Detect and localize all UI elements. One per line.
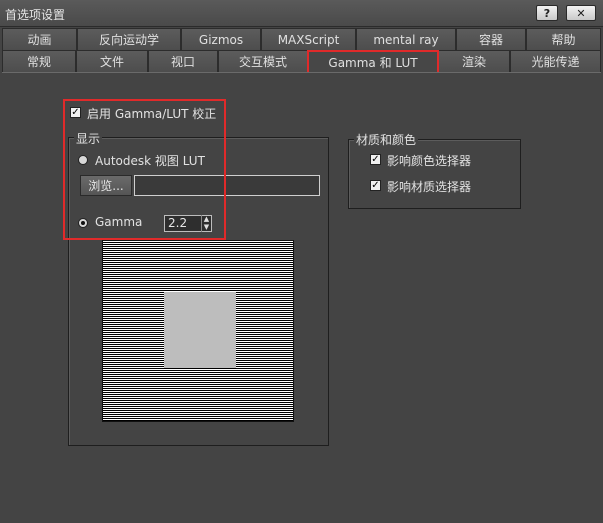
tab-viewports[interactable]: 视口 [148, 50, 218, 72]
affect-material-selector-label: 影响材质选择器 [387, 180, 472, 194]
tab-ik[interactable]: 反向运动学 [77, 28, 181, 50]
lut-radio[interactable] [78, 155, 88, 165]
materials-colors-title: 材质和颜色 [354, 131, 419, 148]
spinner-arrows-icon[interactable]: ▲ ▼ [201, 215, 211, 232]
close-button[interactable]: ✕ [566, 5, 596, 21]
materials-colors-group [348, 139, 521, 209]
affect-color-selector-checkbox[interactable]: ✓ [370, 154, 381, 165]
tab-mental-ray[interactable]: mental ray [356, 28, 456, 50]
tab-help[interactable]: 帮助 [526, 28, 601, 50]
tab-gamma-lut[interactable]: Gamma 和 LUT [308, 50, 438, 73]
affect-material-selector-checkbox[interactable]: ✓ [370, 180, 381, 191]
title-bar: 首选项设置 ? ✕ [0, 0, 603, 27]
tab-animation[interactable]: 动画 [2, 28, 77, 50]
lut-path-field[interactable] [134, 175, 320, 196]
window-title: 首选项设置 [5, 8, 66, 22]
gamma-radio-label: Gamma [95, 215, 143, 229]
tab-containers[interactable]: 容器 [456, 28, 526, 50]
enable-gamma-checkbox[interactable]: ✓ [70, 107, 81, 118]
browse-button[interactable]: 浏览... [80, 175, 132, 196]
display-group-title: 显示 [74, 130, 103, 147]
tab-general[interactable]: 常规 [2, 50, 76, 72]
enable-gamma-label: 启用 Gamma/LUT 校正 [87, 107, 217, 121]
tab-maxscript[interactable]: MAXScript [261, 28, 356, 50]
gamma-value: 2.2 [168, 216, 188, 230]
tab-interaction-mode[interactable]: 交互模式 [218, 50, 308, 72]
tab-files[interactable]: 文件 [76, 50, 148, 72]
tab-radiosity[interactable]: 光能传递 [510, 50, 601, 72]
tab-rendering[interactable]: 渲染 [438, 50, 510, 72]
gamma-radio[interactable] [78, 218, 88, 228]
affect-color-selector-label: 影响颜色选择器 [387, 154, 472, 168]
help-button[interactable]: ? [536, 5, 558, 21]
gamma-test-swatch [164, 292, 236, 368]
lut-radio-label: Autodesk 视图 LUT [95, 154, 205, 168]
tab-gizmos[interactable]: Gizmos [181, 28, 261, 50]
